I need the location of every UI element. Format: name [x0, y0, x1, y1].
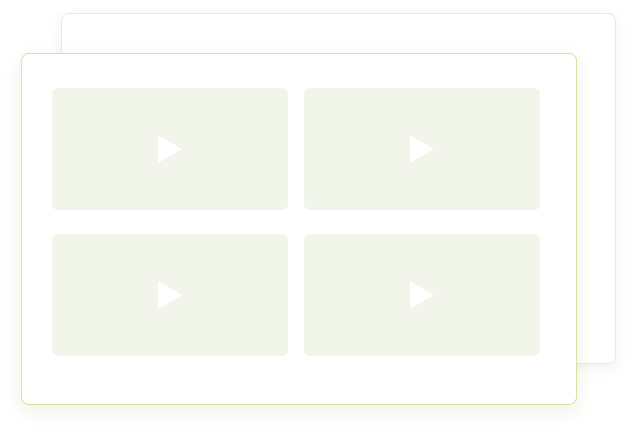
play-icon	[158, 135, 182, 163]
video-tile-4[interactable]	[304, 234, 540, 356]
play-icon	[158, 281, 182, 309]
video-gallery-illustration	[0, 0, 638, 434]
play-icon	[410, 135, 434, 163]
play-icon	[410, 281, 434, 309]
front-card	[21, 53, 577, 405]
video-tile-1[interactable]	[52, 88, 288, 210]
video-tile-3[interactable]	[52, 234, 288, 356]
video-tile-2[interactable]	[304, 88, 540, 210]
